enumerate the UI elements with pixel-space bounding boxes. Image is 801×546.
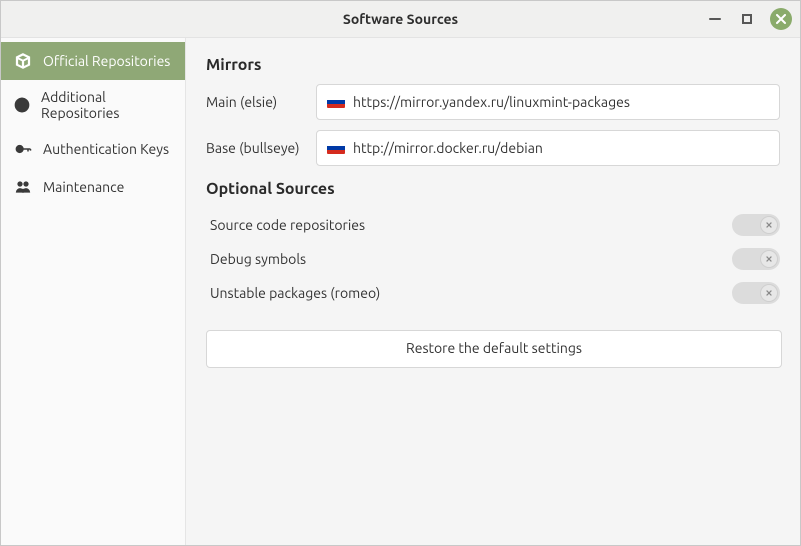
restore-defaults-button[interactable]: Restore the default settings [206,330,782,368]
mirror-main-field[interactable]: https://mirror.yandex.ru/linuxmint-packa… [316,84,780,120]
sidebar-item-label: Authentication Keys [43,141,169,157]
mirror-base-field[interactable]: http://mirror.docker.ru/debian [316,130,780,166]
toggle-knob [760,250,778,268]
titlebar: Software Sources [1,1,800,38]
sidebar-item-official-repositories[interactable]: Official Repositories [1,42,185,80]
window-body: Official Repositories Additional Reposit… [1,38,800,545]
flag-ru-icon [327,96,345,108]
mirrors-heading: Mirrors [206,56,780,74]
toggle-knob [760,284,778,302]
optional-row-unstable-packages: Unstable packages (romeo) [206,276,780,310]
sidebar-item-maintenance[interactable]: Maintenance [1,168,185,206]
optional-row-source-code: Source code repositories [206,208,780,242]
main-content: Mirrors Main (elsie) https://mirror.yand… [186,38,800,545]
mirror-main-url: https://mirror.yandex.ru/linuxmint-packa… [353,94,630,110]
toggle-knob [760,216,778,234]
maximize-icon [742,14,752,24]
maximize-button[interactable] [738,10,756,28]
mirror-base-url: http://mirror.docker.ru/debian [353,140,543,156]
gear-users-icon [13,177,33,197]
minimize-icon [709,18,721,20]
mirror-base-label: Base (bullseye) [206,140,306,156]
toggle-source-code[interactable] [732,214,780,236]
sidebar-item-label: Official Repositories [43,53,170,69]
x-icon [765,289,773,297]
optional-row-debug-symbols: Debug symbols [206,242,780,276]
optional-debug-symbols-label: Debug symbols [210,251,306,267]
window-title: Software Sources [343,11,458,27]
toggle-unstable-packages[interactable] [732,282,780,304]
sidebar-item-additional-repositories[interactable]: Additional Repositories [1,80,185,130]
sidebar-item-label: Maintenance [43,179,124,195]
optional-sources-heading: Optional Sources [206,180,780,198]
optional-source-code-label: Source code repositories [210,217,365,233]
sidebar: Official Repositories Additional Reposit… [1,38,186,545]
sidebar-item-label: Additional Repositories [41,89,173,121]
x-icon [765,255,773,263]
globe-icon [13,95,31,115]
minimize-button[interactable] [706,10,724,28]
key-icon [13,139,33,159]
mirror-row-main: Main (elsie) https://mirror.yandex.ru/li… [206,84,780,120]
x-icon [765,221,773,229]
flag-ru-icon [327,142,345,154]
mirror-row-base: Base (bullseye) http://mirror.docker.ru/… [206,130,780,166]
mirror-main-label: Main (elsie) [206,94,306,110]
package-icon [13,51,33,71]
close-icon [776,14,786,24]
optional-unstable-packages-label: Unstable packages (romeo) [210,285,380,301]
toggle-debug-symbols[interactable] [732,248,780,270]
software-sources-window: Software Sources Official Repositories A… [0,0,801,546]
close-button[interactable] [770,8,792,30]
window-controls [706,1,792,37]
sidebar-item-authentication-keys[interactable]: Authentication Keys [1,130,185,168]
